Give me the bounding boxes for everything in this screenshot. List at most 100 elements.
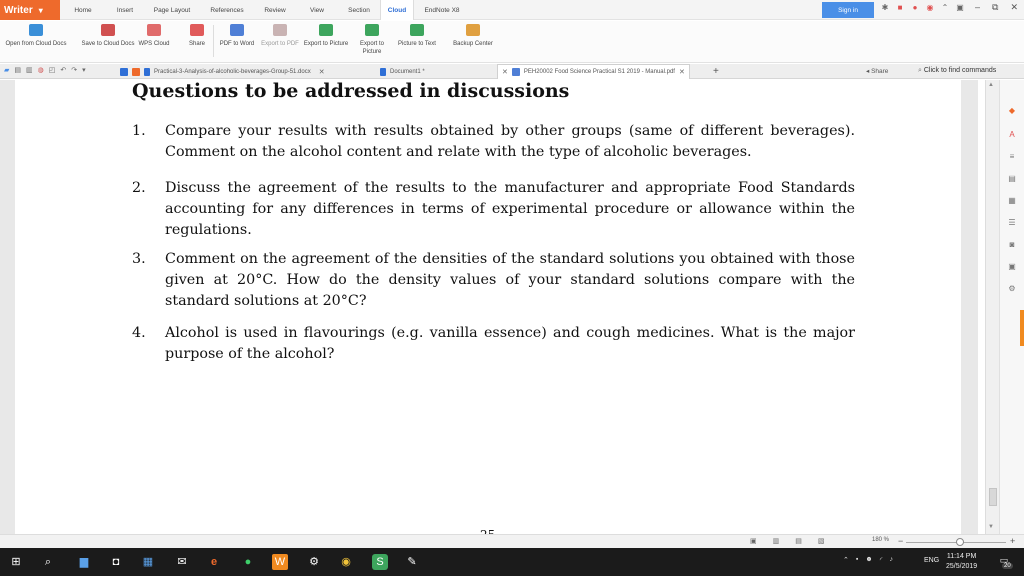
scroll-up-icon[interactable]: ▲ (988, 82, 994, 88)
menu-review[interactable]: Review (254, 0, 296, 20)
cloud-save-icon (101, 24, 115, 36)
network-icon[interactable]: ▪ (856, 556, 858, 564)
read-view-icon[interactable]: ▧ (818, 537, 825, 545)
export-icon[interactable]: ◍ (38, 66, 44, 74)
theme-icon[interactable]: ■ (895, 3, 905, 12)
folder-icon[interactable]: ▰ (4, 66, 9, 74)
print-icon[interactable]: ▥ (26, 66, 33, 74)
zoom-level[interactable]: 180 % (872, 537, 889, 543)
wps-writer-taskbar-icon[interactable]: W (272, 554, 288, 570)
edge-browser-icon[interactable]: e (206, 554, 222, 570)
new-tab-button[interactable]: + (713, 64, 719, 79)
close-tab-icon[interactable]: ✕ (319, 68, 325, 76)
clock[interactable]: 11:14 PM 25/5/2019 (946, 552, 977, 572)
paragraph-icon[interactable]: ≡ (1007, 152, 1017, 162)
menu-home[interactable]: Home (60, 0, 106, 20)
pen-app-icon[interactable]: ✎ (404, 554, 420, 570)
minimize-icon[interactable]: – (975, 2, 980, 13)
zoom-in-icon[interactable]: + (1010, 536, 1015, 546)
menu-endnote[interactable]: EndNote X8 (414, 0, 470, 20)
menu-references[interactable]: References (200, 0, 254, 20)
skin-icon[interactable]: ✱ (880, 3, 890, 12)
wps-cloud-button[interactable]: WPS Cloud (134, 24, 174, 48)
chevron-up-icon[interactable]: ⌃ (940, 3, 950, 12)
chevron-up-icon[interactable]: ⌃ (843, 556, 849, 564)
open-from-cloud-button[interactable]: Open from Cloud Docs (4, 24, 68, 48)
redo-icon[interactable]: ↷ (71, 66, 77, 74)
menu-section[interactable]: Section (338, 0, 380, 20)
outline-view-icon[interactable]: ▥ (773, 537, 780, 545)
export-to-pdf-button[interactable]: Export to PDF (260, 24, 300, 48)
share-icon (190, 24, 204, 36)
right-side-panel: ◆ A ≡ ▤ ▦ ☰ ◙ ▣ ⚙ (999, 80, 1024, 534)
spotify-icon[interactable]: ● (240, 554, 256, 570)
picture-to-text-button[interactable]: Picture to Text (390, 24, 444, 48)
question-number: 3. (132, 251, 146, 267)
app-logo-button[interactable]: Writer ▾ (0, 0, 60, 20)
table-icon[interactable]: ▦ (1007, 196, 1017, 206)
web-view-icon[interactable]: ▤ (795, 537, 802, 545)
mail-icon[interactable]: ✉ (174, 554, 190, 570)
backup-center-button[interactable]: Backup Center (444, 24, 502, 48)
zoom-out-icon[interactable]: − (898, 536, 903, 546)
vertical-scrollbar[interactable]: ▲ ▼ (985, 80, 999, 534)
pdf-to-word-button[interactable]: PDF to Word (214, 24, 260, 48)
save-to-cloud-button[interactable]: Save to Cloud Docs (76, 24, 140, 48)
restore-icon[interactable]: ⧉ (992, 2, 998, 13)
undo-icon[interactable]: ↶ (60, 66, 66, 74)
font-style-icon[interactable]: A (1007, 130, 1017, 140)
tab-document1[interactable]: Document1 * (380, 64, 425, 79)
language-indicator[interactable]: ENG (924, 557, 939, 564)
ribbon-label: Picture to Text (398, 41, 436, 47)
print-preview-icon[interactable]: ◰ (49, 66, 56, 74)
people-icon[interactable]: ☻ (865, 556, 872, 564)
share-link[interactable]: ◂ Share (866, 67, 888, 75)
close-icon[interactable]: ✕ (1010, 2, 1018, 13)
clock-time: 11:14 PM (946, 553, 977, 560)
gear-icon[interactable]: ⚙ (1007, 284, 1017, 294)
side-panel-handle[interactable] (1020, 310, 1024, 346)
page-icon[interactable]: ▤ (1007, 174, 1017, 184)
clock-date: 25/5/2019 (946, 563, 978, 570)
calendar-icon[interactable]: ▣ (1007, 262, 1017, 272)
file-explorer-icon[interactable]: ▆ (76, 554, 92, 570)
pdf-to-word-icon (230, 24, 244, 36)
scroll-down-icon[interactable]: ▼ (988, 524, 994, 530)
bookmark-icon[interactable]: ◆ (1007, 106, 1017, 116)
scrollbar-thumb[interactable] (989, 488, 997, 506)
question-item: 3. Comment on the agreement of the densi… (132, 249, 872, 313)
settings-icon[interactable]: ⚙ (306, 554, 322, 570)
volume-icon[interactable]: ♪ (889, 556, 893, 564)
camera-icon[interactable]: ◙ (1007, 240, 1017, 250)
store-icon[interactable]: ◘ (108, 554, 124, 570)
calendar-app-icon[interactable]: ▦ (140, 554, 156, 570)
chrome-icon[interactable]: ◉ (338, 554, 354, 570)
share-button[interactable]: Share (178, 24, 216, 48)
feedback-icon[interactable]: ● (910, 3, 920, 12)
search-icon[interactable]: ⌕ (40, 554, 56, 570)
document-page[interactable]: Questions to be addressed in discussions… (15, 80, 961, 534)
close-tab-icon[interactable]: ✕ (679, 68, 685, 76)
wifi-icon[interactable]: ◜ (880, 556, 883, 564)
tab-manual-pdf[interactable]: ✕ PEH20002 Food Science Practical S1 201… (497, 64, 690, 79)
export-to-picture-button[interactable]: Export to Picture (298, 24, 354, 48)
menu-insert[interactable]: Insert (106, 0, 144, 20)
sign-in-button[interactable]: Sign in (822, 2, 874, 18)
tab-practical-docx[interactable]: Practical-3-Analysis-of-alcoholic-bevera… (120, 64, 325, 79)
zoom-slider-knob[interactable] (956, 538, 964, 546)
export-to-picture-2-button[interactable]: Export to Picture (350, 24, 394, 56)
windows-start-icon[interactable]: ⊞ (8, 554, 24, 570)
menu-page-layout[interactable]: Page Layout (144, 0, 200, 20)
menu-view[interactable]: View (296, 0, 338, 20)
list-icon[interactable]: ☰ (1007, 218, 1017, 228)
save-icon[interactable]: ▤ (14, 66, 21, 74)
chevron-down-icon[interactable]: ▾ (82, 66, 86, 74)
restore-layout-icon[interactable]: ▣ (955, 3, 965, 12)
find-commands-search[interactable]: ⌕ Click to find commands (918, 67, 996, 75)
page-view-icon[interactable]: ▣ (750, 537, 757, 545)
menu-cloud[interactable]: Cloud (380, 0, 414, 20)
wps-spreadsheet-icon[interactable]: S (372, 554, 388, 570)
close-tab-icon[interactable]: ✕ (502, 68, 508, 76)
help-icon[interactable]: ◉ (925, 3, 935, 12)
windows-taskbar: ⊞ ⌕ ▆ ◘ ▦ ✉ e ● W ⚙ ◉ S ✎ ⌃ ▪ ☻ ◜ ♪ ENG … (0, 548, 1024, 576)
